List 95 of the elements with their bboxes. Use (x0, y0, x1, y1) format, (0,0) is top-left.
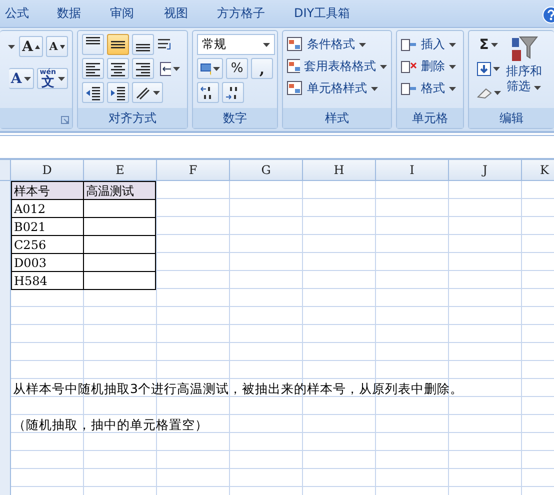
menu-tab[interactable]: DIY工具箱 (292, 5, 352, 22)
dropdown-icon (380, 64, 387, 68)
dropdown-icon (8, 44, 15, 48)
table-cell: D003 (12, 254, 84, 272)
column-header[interactable]: I (376, 160, 449, 180)
table-cell (84, 200, 156, 218)
cells-menu-button[interactable]: 格式 (401, 78, 459, 99)
group-label: 样式 (283, 108, 391, 128)
align-right-icon (135, 60, 151, 76)
align-right-button[interactable] (132, 58, 154, 79)
table-cell: H584 (12, 272, 84, 290)
menu-tab[interactable]: 视图 (162, 5, 190, 22)
menu-tab[interactable]: 公式 (3, 5, 31, 22)
table-cell (84, 254, 156, 272)
align-middle-button[interactable] (107, 34, 129, 55)
table-header-cell: 样本号 (12, 182, 84, 200)
group-label: 对齐方式 (78, 108, 187, 128)
dropdown-icon (493, 66, 500, 70)
styles-menu-button[interactable]: 套用表格格式 (287, 56, 387, 77)
dropdown-icon (449, 42, 456, 46)
orientation-button[interactable] (132, 82, 163, 103)
group-label: 数字 (193, 108, 277, 128)
group-label: 单元格 (397, 108, 463, 128)
table-cell (84, 218, 156, 236)
diagonal-lines-icon (135, 86, 151, 100)
menu-tab[interactable]: 方方格子 (215, 5, 267, 22)
increase-indent-button[interactable] (107, 82, 129, 103)
indent-icon (85, 84, 101, 100)
down-arrow-icon (477, 62, 491, 76)
column-header[interactable]: G (230, 160, 303, 180)
wrap-text-icon[interactable] (157, 36, 173, 52)
align-center-icon (110, 60, 126, 76)
align-middle-icon (110, 40, 126, 48)
dropdown-icon (490, 42, 498, 46)
dropdown-icon (263, 42, 270, 46)
styles-menu-button[interactable]: 条件格式 (287, 34, 387, 55)
decrease-indent-button[interactable] (82, 82, 104, 103)
table-style-icon (287, 80, 303, 96)
currency-button[interactable] (197, 58, 223, 79)
align-left-button[interactable] (82, 58, 104, 79)
table-cell (84, 236, 156, 254)
increase-decimal-icon[interactable] (197, 82, 219, 103)
column-header[interactable]: F (157, 160, 230, 180)
dropdown-icon (24, 76, 31, 80)
shrink-font-button[interactable]: A (46, 36, 68, 57)
dropdown-icon (371, 86, 378, 90)
table-cell: C256 (12, 236, 84, 254)
up-caret-icon (35, 44, 40, 48)
sort-filter-button[interactable]: 排序和 筛选 (506, 34, 542, 105)
number-format-dropdown[interactable]: 常规 (197, 34, 275, 55)
indent-icon (110, 84, 126, 100)
eraser-icon (476, 86, 492, 98)
sort-filter-icon (510, 34, 538, 64)
decrease-decimal-icon[interactable] (222, 82, 244, 103)
column-header[interactable]: K (522, 160, 554, 180)
dropdown-icon (173, 66, 180, 70)
column-header[interactable]: H (303, 160, 376, 180)
percent-button[interactable]: % (226, 58, 248, 79)
dropdown-icon (213, 66, 220, 70)
grow-font-button[interactable]: A (19, 36, 43, 57)
table-cell: A012 (12, 200, 84, 218)
note-text: （随机抽取，抽中的单元格置空） (13, 417, 208, 432)
table-style-icon (287, 36, 303, 52)
table-header-cell: 高温测试 (84, 182, 156, 200)
align-bottom-button[interactable] (132, 34, 154, 55)
table-cell (84, 272, 156, 290)
align-top-button[interactable] (82, 34, 104, 55)
dropdown-icon (58, 76, 65, 80)
dropdown-icon (534, 86, 542, 90)
note-text: 从样本号中随机抽取3个进行高温测试，被抽出来的样本号，从原列表中删除。 (13, 381, 463, 396)
dropdown-icon (359, 42, 366, 46)
cells-menu-button[interactable]: 插入 (401, 34, 459, 55)
merge-cells-icon (160, 62, 171, 76)
column-header[interactable]: E (84, 160, 157, 180)
align-center-button[interactable] (107, 58, 129, 79)
font-color-button[interactable]: A (8, 68, 34, 89)
menu-tab[interactable]: 数据 (55, 5, 83, 22)
column-header[interactable]: D (11, 160, 84, 180)
comma-button[interactable]: , (251, 58, 273, 79)
cells-menu-button[interactable]: 删除 (401, 56, 459, 77)
dropdown-icon (449, 86, 456, 90)
down-caret-icon (60, 44, 65, 48)
align-top-icon (85, 37, 101, 45)
table-style-icon (287, 58, 300, 74)
dropdown-icon (494, 90, 501, 94)
align-bottom-icon (135, 44, 151, 52)
dropdown-icon (449, 64, 456, 68)
align-left-icon (85, 60, 101, 76)
group-label: 编辑 (469, 108, 554, 128)
menu-tab[interactable]: 审阅 (108, 5, 136, 22)
autosum-button[interactable]: Σ (473, 34, 504, 55)
dropdown-icon (153, 90, 160, 94)
styles-menu-button[interactable]: 单元格样式 (287, 78, 387, 99)
table-cell: B021 (12, 218, 84, 236)
column-header[interactable]: J (449, 160, 522, 180)
